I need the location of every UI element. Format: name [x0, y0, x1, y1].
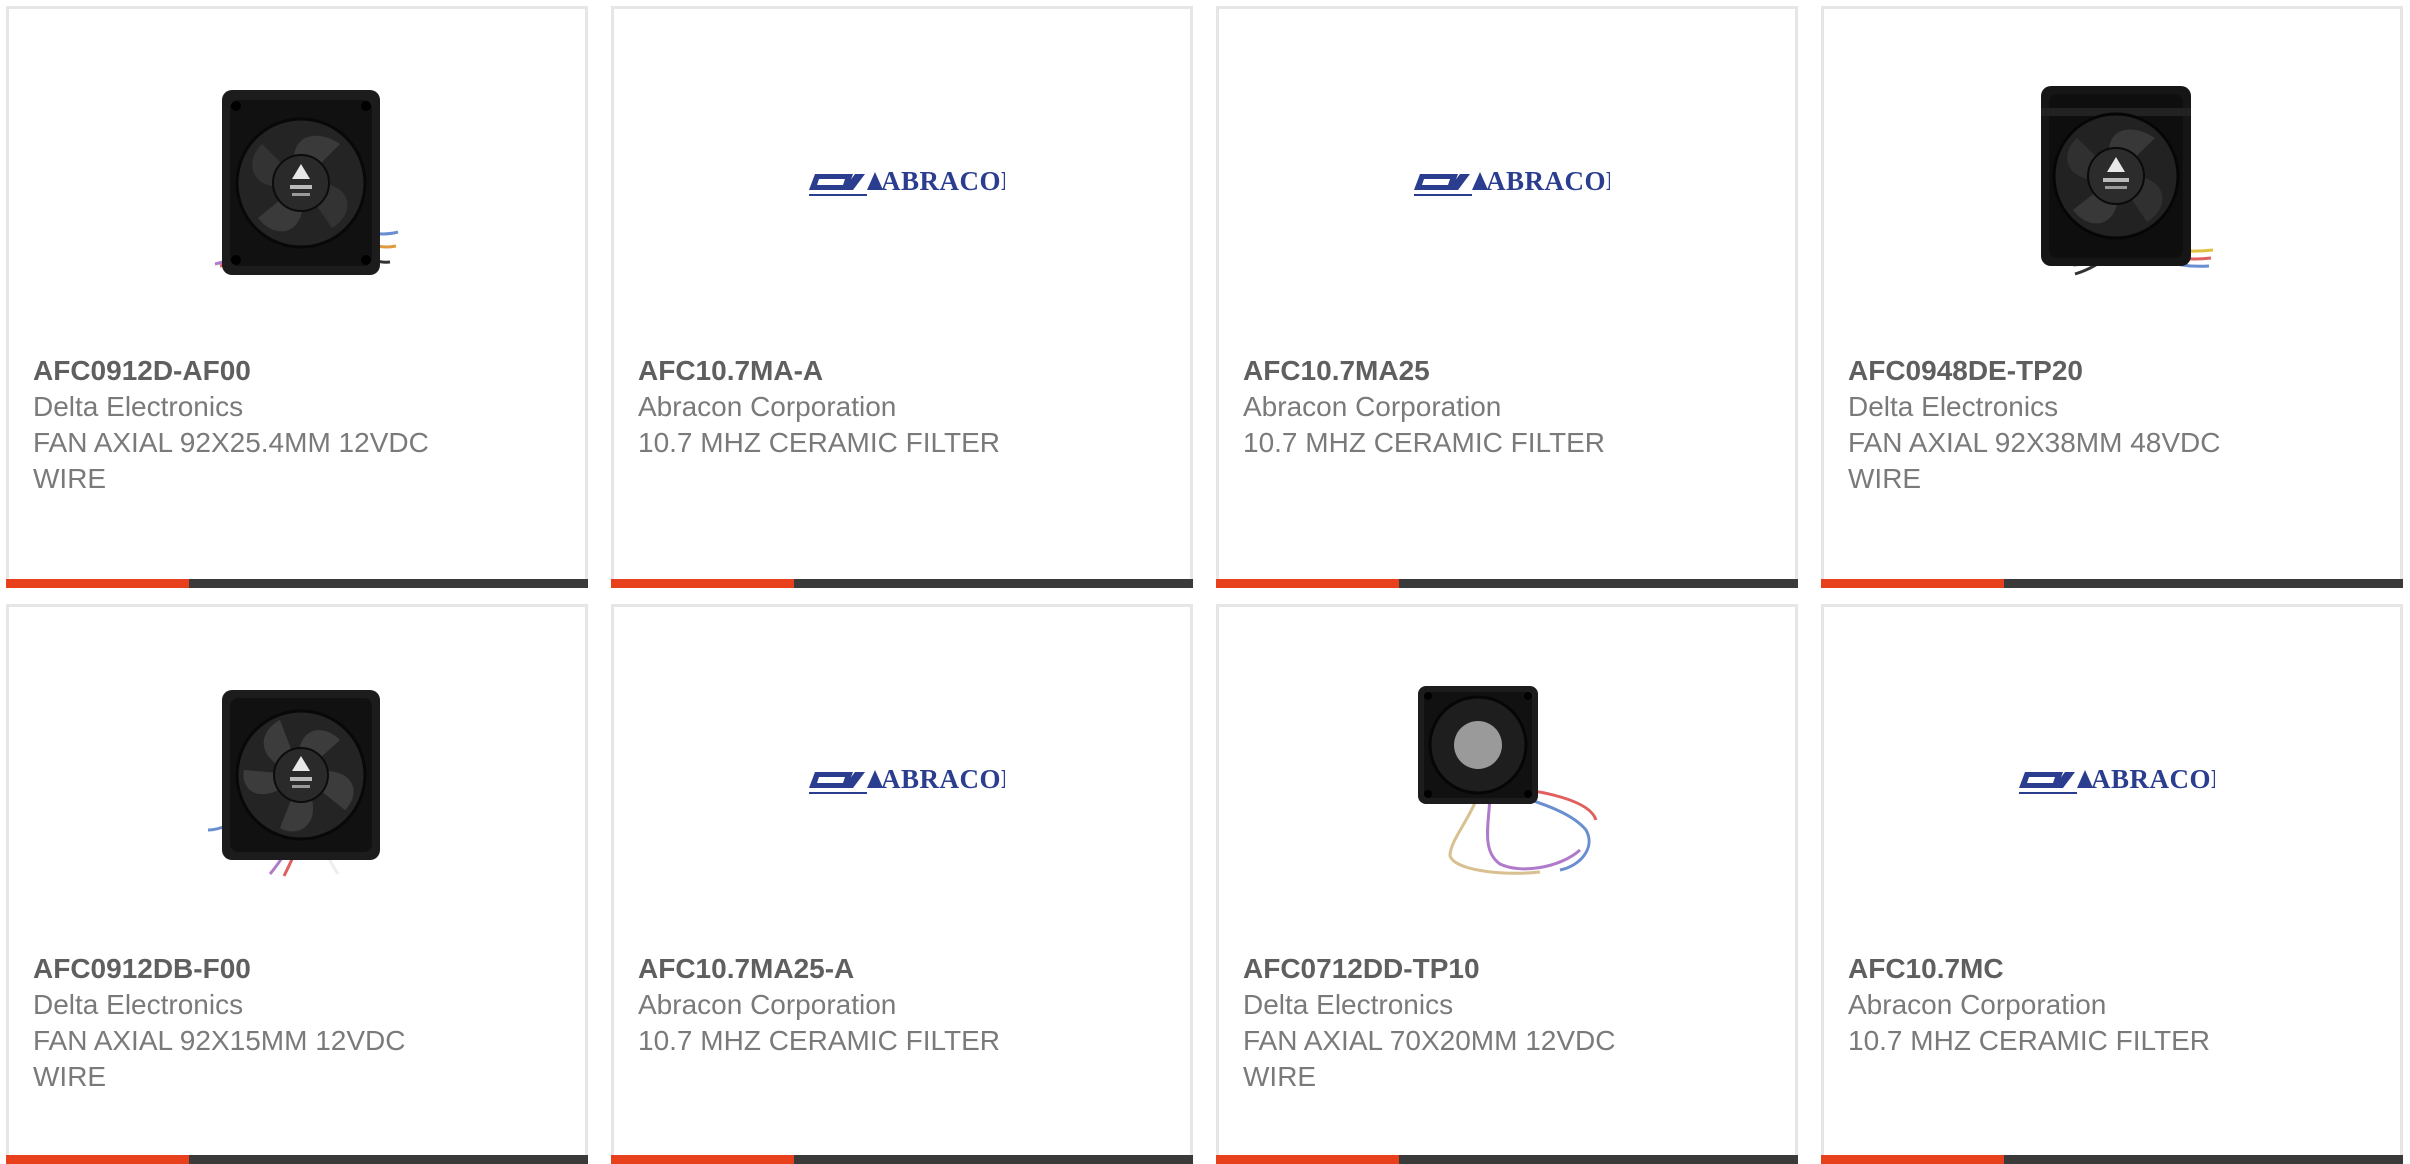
product-card[interactable]: AFC0948DE-TP20 Delta Electronics FAN AXI… — [1821, 6, 2403, 588]
product-description: FAN AXIAL 92X38MM 48VDC — [1848, 427, 2221, 458]
product-info: AFC0912D-AF00 Delta Electronics FAN AXIA… — [33, 353, 561, 497]
part-number-link[interactable]: AFC0712DD-TP10 — [1243, 951, 1771, 987]
card-accent-highlight — [6, 579, 189, 588]
abracon-logo-text: ABRACON — [881, 166, 1005, 196]
part-number-link[interactable]: AFC0912DB-F00 — [33, 951, 561, 987]
product-image[interactable]: ABRACON — [804, 81, 1006, 283]
fan-icon — [207, 690, 380, 877]
product-description-line2: WIRE — [1243, 1061, 1317, 1092]
product-image[interactable]: ABRACON — [804, 679, 1006, 881]
product-description: FAN AXIAL 70X20MM 12VDC — [1243, 1025, 1616, 1056]
product-card[interactable]: AFC0912D-AF00 Delta Electronics FAN AXIA… — [6, 6, 588, 588]
card-accent-highlight — [611, 579, 794, 588]
card-accent-highlight — [1821, 579, 2004, 588]
abracon-logo-icon: ABRACON — [1414, 166, 1610, 196]
product-image[interactable]: ABRACON — [2014, 679, 2216, 881]
product-description-line2: WIRE — [33, 1061, 107, 1092]
abracon-logo-icon: ABRACON — [809, 166, 1005, 196]
product-image[interactable] — [2014, 81, 2216, 283]
product-image[interactable] — [199, 81, 401, 283]
part-number-link[interactable]: AFC10.7MC — [1848, 951, 2376, 987]
product-info: AFC0912DB-F00 Delta Electronics FAN AXIA… — [33, 951, 561, 1095]
product-info: AFC10.7MA25 Abracon Corporation 10.7 MHZ… — [1243, 353, 1771, 461]
product-card[interactable]: AFC0712DD-TP10 Delta Electronics FAN AXI… — [1216, 604, 1798, 1164]
product-description: 10.7 MHZ CERAMIC FILTER — [1848, 1025, 2210, 1056]
product-image[interactable] — [199, 679, 401, 881]
part-number-link[interactable]: AFC10.7MA25 — [1243, 353, 1771, 389]
product-card[interactable]: ABRACON AFC10.7MA-A Abracon Corporation … — [611, 6, 1193, 588]
manufacturer: Delta Electronics — [33, 989, 244, 1020]
abracon-logo-icon: ABRACON — [2019, 764, 2215, 794]
card-accent-highlight — [1216, 579, 1399, 588]
card-accent-bar — [611, 579, 1193, 588]
card-accent-bar — [6, 579, 588, 588]
part-number-link[interactable]: AFC10.7MA25-A — [638, 951, 1166, 987]
abracon-logo-text: ABRACON — [2091, 764, 2215, 794]
product-card[interactable]: AFC0912DB-F00 Delta Electronics FAN AXIA… — [6, 604, 588, 1164]
product-description: FAN AXIAL 92X15MM 12VDC — [33, 1025, 406, 1056]
manufacturer: Abracon Corporation — [638, 989, 897, 1020]
product-image[interactable]: ABRACON — [1409, 81, 1611, 283]
manufacturer: Abracon Corporation — [1848, 989, 2107, 1020]
product-description: 10.7 MHZ CERAMIC FILTER — [638, 427, 1000, 458]
manufacturer: Abracon Corporation — [638, 391, 897, 422]
manufacturer: Abracon Corporation — [1243, 391, 1502, 422]
product-info: AFC10.7MA25-A Abracon Corporation 10.7 M… — [638, 951, 1166, 1059]
product-description-line2: WIRE — [33, 463, 107, 494]
product-info: AFC10.7MC Abracon Corporation 10.7 MHZ C… — [1848, 951, 2376, 1059]
product-info: AFC10.7MA-A Abracon Corporation 10.7 MHZ… — [638, 353, 1166, 461]
product-card[interactable]: ABRACON AFC10.7MC Abracon Corporation 10… — [1821, 604, 2403, 1164]
product-description-line2: WIRE — [1848, 463, 1922, 494]
product-card[interactable]: ABRACON AFC10.7MA25 Abracon Corporation … — [1216, 6, 1798, 588]
part-number-link[interactable]: AFC0912D-AF00 — [33, 353, 561, 389]
abracon-logo-text: ABRACON — [881, 764, 1005, 794]
fan-icon — [2041, 86, 2214, 276]
part-number-link[interactable]: AFC10.7MA-A — [638, 353, 1166, 389]
card-accent-bar — [1216, 579, 1798, 588]
part-number-link[interactable]: AFC0948DE-TP20 — [1848, 353, 2376, 389]
product-grid: AFC0912D-AF00 Delta Electronics FAN AXIA… — [6, 6, 2403, 1164]
manufacturer: Delta Electronics — [1848, 391, 2059, 422]
product-description: FAN AXIAL 92X25.4MM 12VDC — [33, 427, 429, 458]
product-image[interactable] — [1409, 679, 1611, 881]
fan-icon — [214, 90, 399, 275]
fan-icon — [1418, 686, 1598, 875]
abracon-logo-text: ABRACON — [1486, 166, 1610, 196]
product-info: AFC0948DE-TP20 Delta Electronics FAN AXI… — [1848, 353, 2376, 497]
product-card[interactable]: ABRACON AFC10.7MA25-A Abracon Corporatio… — [611, 604, 1193, 1164]
manufacturer: Delta Electronics — [33, 391, 244, 422]
card-accent-bar — [1821, 579, 2403, 588]
manufacturer: Delta Electronics — [1243, 989, 1454, 1020]
product-info: AFC0712DD-TP10 Delta Electronics FAN AXI… — [1243, 951, 1771, 1095]
product-description: 10.7 MHZ CERAMIC FILTER — [1243, 427, 1605, 458]
abracon-logo-icon: ABRACON — [809, 764, 1005, 794]
product-description: 10.7 MHZ CERAMIC FILTER — [638, 1025, 1000, 1056]
